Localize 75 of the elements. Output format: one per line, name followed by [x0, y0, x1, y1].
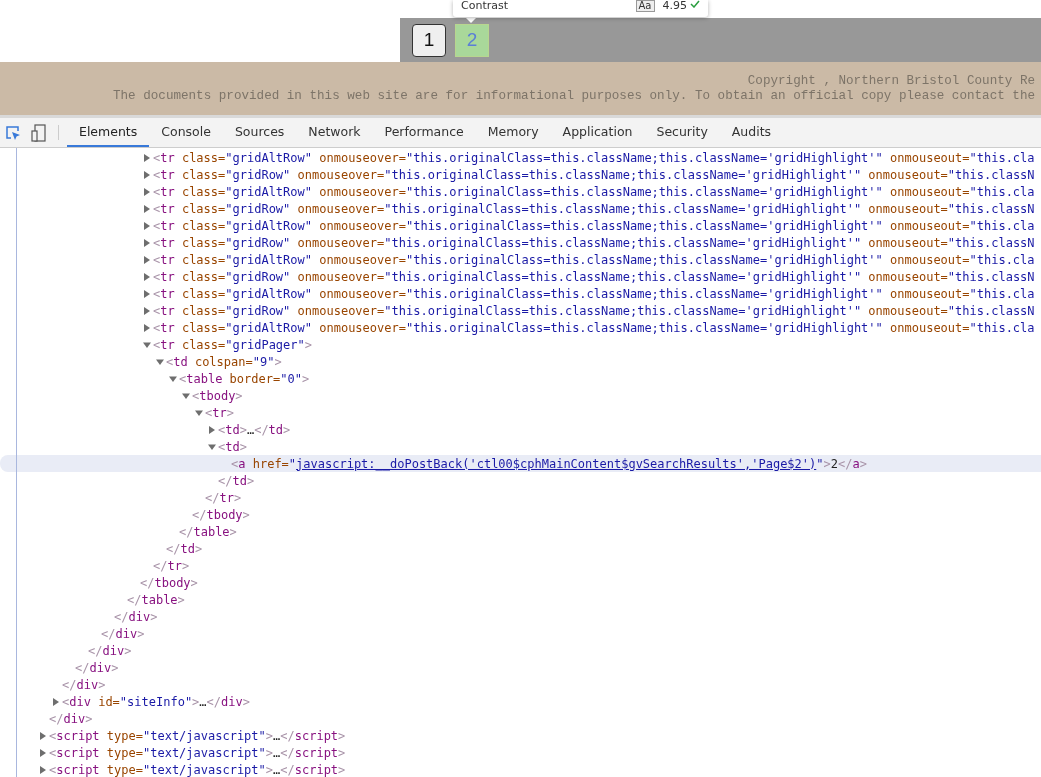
devtools-tab[interactable]: Performance — [372, 118, 476, 147]
dom-node-line[interactable]: <div id="siteInfo">…</div> — [62, 694, 250, 709]
dom-node-line[interactable]: </table> — [179, 524, 237, 539]
dom-node-line[interactable]: <td colspan="9"> — [166, 354, 282, 369]
devtools-tab[interactable]: Application — [550, 118, 645, 147]
devtools-tab[interactable]: Audits — [719, 118, 784, 147]
dom-node-line[interactable]: </div> — [101, 626, 145, 641]
dom-node-line[interactable]: </div> — [88, 643, 132, 658]
dom-node-line[interactable]: </div> — [62, 677, 106, 692]
text-sample-badge: Aa — [635, 0, 655, 12]
disclosure-triangle-icon[interactable] — [143, 187, 151, 196]
dom-node-line[interactable]: </div> — [75, 660, 119, 675]
disclosure-triangle-icon[interactable] — [143, 306, 151, 315]
dom-node-line[interactable]: <tr class="gridPager"> — [153, 337, 312, 352]
dom-node-line[interactable]: <td> — [218, 439, 247, 454]
dom-node-line[interactable]: <script type="text/javascript">…</script> — [49, 728, 346, 743]
disclosure-triangle-icon[interactable] — [143, 153, 151, 162]
dom-node-line[interactable]: <tr> — [205, 405, 234, 420]
devtools-tab[interactable]: Sources — [222, 118, 297, 147]
dom-node-line[interactable]: <tr class="gridRow" onmouseover="this.originalClass=this.className;this.className='gridHighlight'" onmouseout="this.classN — [153, 235, 1035, 250]
devtools-tab[interactable]: Security — [644, 118, 720, 147]
disclosure-triangle-icon[interactable] — [143, 323, 151, 332]
dom-node-line[interactable]: <script type="text/javascript">…</script> — [49, 762, 346, 777]
dom-node-line[interactable]: </table> — [127, 592, 185, 607]
dom-node-line[interactable]: </div> — [49, 711, 93, 726]
disclosure-triangle-icon[interactable] — [143, 255, 151, 264]
disclosure-triangle-icon[interactable] — [156, 357, 164, 366]
dom-node-line[interactable]: <tr class="gridRow" onmouseover="this.originalClass=this.className;this.className='gridHighlight'" onmouseout="this.classN — [153, 167, 1035, 182]
dom-node-line[interactable]: </tbody> — [140, 575, 198, 590]
contrast-label: Contrast — [461, 0, 508, 11]
disclosure-triangle-icon[interactable] — [143, 238, 151, 247]
dom-node-line[interactable]: </tbody> — [192, 507, 250, 522]
dom-node-line[interactable]: <td>…</td> — [218, 422, 291, 437]
dom-node-line[interactable]: <tr class="gridRow" onmouseover="this.originalClass=this.className;this.className='gridHighlight'" onmouseout="this.classN — [153, 303, 1035, 318]
disclosure-triangle-icon[interactable] — [208, 425, 216, 434]
disclosure-triangle-icon[interactable] — [143, 221, 151, 230]
disclosure-triangle-icon[interactable] — [39, 765, 47, 774]
device-icon[interactable] — [31, 123, 47, 142]
dom-node-line[interactable]: <tr class="gridRow" onmouseover="this.originalClass=this.className;this.className='gridHighlight'" onmouseout="this.classN — [153, 269, 1035, 284]
dom-node-line[interactable]: </tr> — [205, 490, 242, 505]
page-button[interactable]: 1 — [412, 23, 446, 57]
disclosure-triangle-icon[interactable] — [195, 408, 203, 417]
disclosure-triangle-icon[interactable] — [143, 204, 151, 213]
disclosure-triangle-icon[interactable] — [208, 442, 216, 451]
footer-text: Copyright , Northern Bristol County Re — [747, 74, 1035, 88]
disclosure-triangle-icon[interactable] — [52, 697, 60, 706]
dom-node-line[interactable]: <tr class="gridAltRow" onmouseover="this.originalClass=this.className;this.className='gridHighlight'" onmouseout="this.cla — [153, 286, 1035, 301]
dom-node-line[interactable]: <tbody> — [192, 388, 243, 403]
dom-node-line[interactable]: <tr class="gridRow" onmouseover="this.originalClass=this.className;this.className='gridHighlight'" onmouseout="this.classN — [153, 201, 1035, 216]
disclosure-triangle-icon[interactable] — [143, 289, 151, 298]
dom-node-line[interactable]: <tr class="gridAltRow" onmouseover="this.originalClass=this.className;this.className='gridHighlight'" onmouseout="this.cla — [153, 184, 1035, 199]
dom-node-line[interactable]: <tr class="gridAltRow" onmouseover="this.originalClass=this.className;this.className='gridHighlight'" onmouseout="this.cla — [153, 218, 1035, 233]
dom-node-line[interactable]: <script type="text/javascript">…</script> — [49, 745, 346, 760]
dom-node-line[interactable]: </td> — [218, 473, 255, 488]
dom-node-line[interactable]: </div> — [114, 609, 158, 624]
devtools-tab[interactable]: Elements — [67, 118, 150, 147]
inspect-icon[interactable] — [5, 124, 21, 141]
devtools-tab[interactable]: Console — [149, 118, 223, 147]
dom-node-line[interactable]: <tr class="gridAltRow" onmouseover="this.originalClass=this.className;this.className='gridHighlight'" onmouseout="this.cla — [153, 320, 1035, 335]
dom-node-line[interactable]: </tr> — [153, 558, 190, 573]
disclosure-triangle-icon[interactable] — [143, 272, 151, 281]
disclosure-triangle-icon[interactable] — [39, 748, 47, 757]
disclosure-triangle-icon[interactable] — [169, 374, 177, 383]
footer-text: The documents provided in this web site are for informational purposes only. To obtain an official copy please contact the — [113, 89, 1035, 103]
contrast-ratio: 4.95 — [662, 0, 687, 11]
disclosure-triangle-icon[interactable] — [182, 391, 190, 400]
disclosure-triangle-icon[interactable] — [143, 340, 151, 349]
dom-node-line[interactable]: <tr class="gridAltRow" onmouseover="this.originalClass=this.className;this.className='gridHighlight'" onmouseout="this.cla — [153, 252, 1035, 267]
dom-node-line[interactable]: </td> — [166, 541, 203, 556]
devtools-tab[interactable]: Network — [296, 118, 373, 147]
dom-node-line[interactable]: <table border="0"> — [179, 371, 310, 386]
disclosure-triangle-icon[interactable] — [143, 170, 151, 179]
disclosure-triangle-icon[interactable] — [39, 731, 47, 740]
devtools-tab[interactable]: Memory — [475, 118, 551, 147]
dom-node-line[interactable]: <tr class="gridAltRow" onmouseover="this.originalClass=this.className;this.className='gridHighlight'" onmouseout="this.cla — [153, 150, 1035, 165]
